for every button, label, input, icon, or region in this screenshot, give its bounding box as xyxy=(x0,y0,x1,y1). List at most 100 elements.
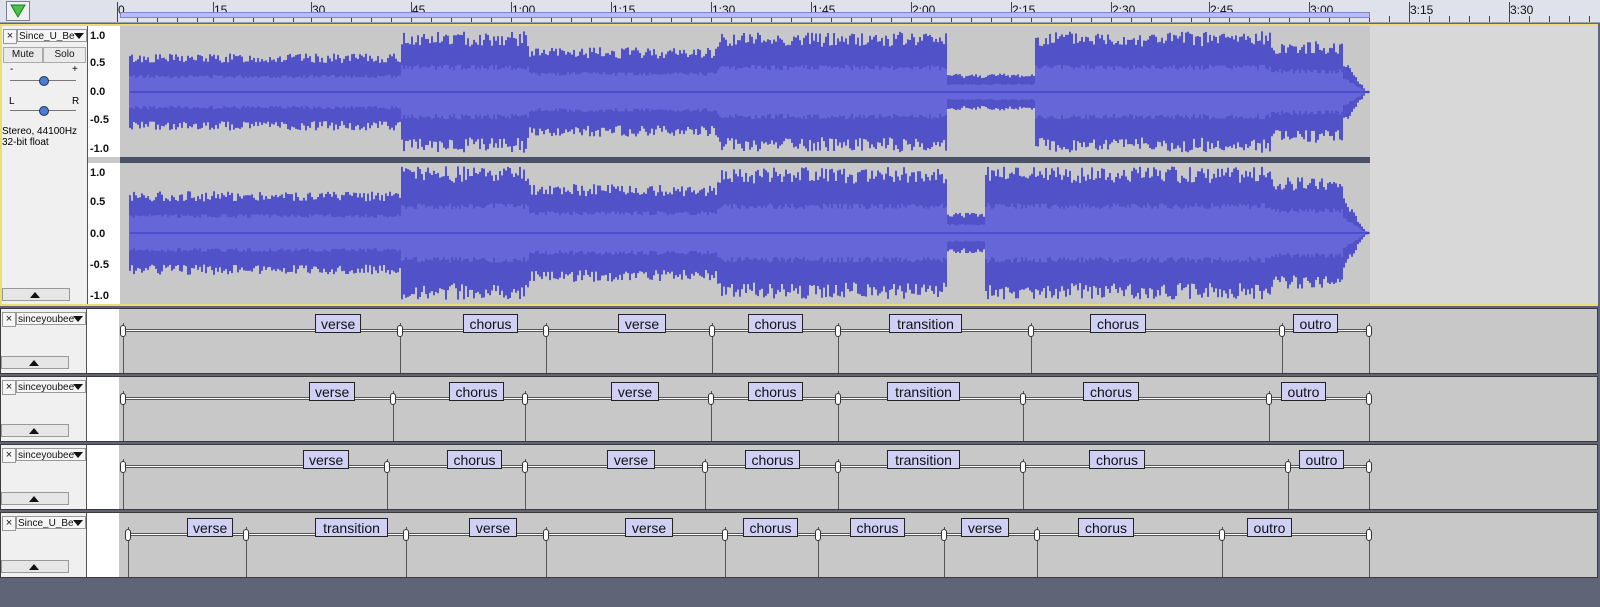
label-handle[interactable] xyxy=(522,393,528,405)
vertical-scale-left[interactable]: 1.0 0.5 0.0 -0.5 -1.0 xyxy=(88,26,120,157)
label-handle[interactable] xyxy=(1366,325,1372,337)
close-icon[interactable]: × xyxy=(2,516,16,531)
close-icon[interactable]: × xyxy=(3,29,17,44)
label-chorus[interactable]: chorus xyxy=(1083,382,1139,401)
label-handle[interactable] xyxy=(120,461,126,473)
label-handle[interactable] xyxy=(1366,461,1372,473)
label-handle[interactable] xyxy=(390,393,396,405)
label-handle[interactable] xyxy=(1020,393,1026,405)
label-handle[interactable] xyxy=(815,529,821,541)
label-handle[interactable] xyxy=(708,393,714,405)
label-transition[interactable]: transition xyxy=(887,450,960,469)
track-name-menu[interactable]: sinceyoubee xyxy=(16,380,86,393)
label-handle[interactable] xyxy=(384,461,390,473)
scale-label: -1.0 xyxy=(90,290,109,302)
label-handle[interactable] xyxy=(835,325,841,337)
label-verse[interactable]: verse xyxy=(469,518,517,537)
label-handle[interactable] xyxy=(702,461,708,473)
label-chorus[interactable]: chorus xyxy=(1089,450,1145,469)
label-chorus[interactable]: chorus xyxy=(447,450,502,469)
label-handle[interactable] xyxy=(1266,393,1272,405)
label-outro[interactable]: outro xyxy=(1247,518,1292,537)
label-handle[interactable] xyxy=(1366,393,1372,405)
label-handle[interactable] xyxy=(397,325,403,337)
label-transition[interactable]: transition xyxy=(887,382,960,401)
collapse-button[interactable] xyxy=(2,288,70,301)
ruler-tick-label: 3:15 xyxy=(1410,3,1434,17)
label-outro[interactable]: outro xyxy=(1281,382,1326,401)
waveform[interactable] xyxy=(120,26,1598,304)
collapse-button[interactable] xyxy=(1,492,69,505)
pan-slider-thumb[interactable] xyxy=(39,106,49,116)
label-handle[interactable] xyxy=(120,393,126,405)
label-verse[interactable]: verse xyxy=(607,450,655,469)
label-verse[interactable]: verse xyxy=(309,382,355,401)
track-name-menu[interactable]: sinceyoubee xyxy=(16,448,86,461)
label-verse[interactable]: verse xyxy=(961,518,1009,537)
label-chorus[interactable]: chorus xyxy=(748,314,803,333)
label-handle[interactable] xyxy=(543,325,549,337)
collapse-button[interactable] xyxy=(1,356,69,369)
label-handle[interactable] xyxy=(722,529,728,541)
play-head-icon[interactable] xyxy=(6,1,30,21)
label-handle[interactable] xyxy=(403,529,409,541)
label-handle[interactable] xyxy=(1020,461,1026,473)
vertical-scale-right[interactable]: 1.0 0.5 0.0 -0.5 -1.0 xyxy=(88,163,120,304)
label-handle[interactable] xyxy=(243,529,249,541)
label-chorus[interactable]: chorus xyxy=(1078,518,1134,537)
label-handle[interactable] xyxy=(1219,529,1225,541)
label-chorus[interactable]: chorus xyxy=(745,450,800,469)
label-track[interactable]: × sinceyoubee verse chorus verse chorus tran… xyxy=(0,376,1598,442)
timeline-ruler[interactable]: 0 15 30 45 1:00 1:15 1:30 1:45 2:00 2:15 2:30 2:45 3… xyxy=(0,0,1600,23)
label-span-line xyxy=(123,329,1369,332)
ruler-selection-bar[interactable] xyxy=(120,12,1370,18)
label-track-controls: × sinceyoubee xyxy=(1,445,87,509)
label-outro[interactable]: outro xyxy=(1299,450,1344,469)
close-icon[interactable]: × xyxy=(2,312,16,327)
label-chorus[interactable]: chorus xyxy=(463,314,518,333)
label-handle[interactable] xyxy=(120,325,126,337)
label-verse[interactable]: verse xyxy=(315,314,361,333)
label-verse[interactable]: verse xyxy=(611,382,659,401)
track-name-menu[interactable]: Since_U_Be xyxy=(17,29,87,42)
label-track[interactable]: × Since_U_Be verse transition verse verse ch… xyxy=(0,512,1598,578)
close-icon[interactable]: × xyxy=(2,380,16,395)
label-track[interactable]: × sinceyoubee verse chorus verse chorus tran… xyxy=(0,444,1598,510)
gain-slider-thumb[interactable] xyxy=(39,76,49,86)
mute-button[interactable]: Mute xyxy=(3,47,43,63)
label-chorus[interactable]: chorus xyxy=(449,382,504,401)
audio-track[interactable]: × Since_U_Be Mute Solo - + L R Stereo, 4… xyxy=(0,24,1598,306)
label-verse[interactable]: verse xyxy=(625,518,673,537)
label-handle[interactable] xyxy=(1034,529,1040,541)
label-handle[interactable] xyxy=(941,529,947,541)
label-handle[interactable] xyxy=(709,325,715,337)
label-track[interactable]: × sinceyoubee verse chorus verse chorus tran… xyxy=(0,308,1598,374)
label-verse[interactable]: verse xyxy=(303,450,349,469)
close-icon[interactable]: × xyxy=(2,448,16,463)
chevron-down-icon xyxy=(73,520,83,526)
label-chorus[interactable]: chorus xyxy=(1090,314,1146,333)
label-chorus[interactable]: chorus xyxy=(743,518,798,537)
label-verse[interactable]: verse xyxy=(187,518,233,537)
label-handle[interactable] xyxy=(1279,325,1285,337)
label-transition[interactable]: transition xyxy=(889,314,962,333)
label-handle[interactable] xyxy=(522,461,528,473)
label-handle[interactable] xyxy=(125,529,131,541)
label-outro[interactable]: outro xyxy=(1293,314,1338,333)
label-handle[interactable] xyxy=(835,393,841,405)
label-handle[interactable] xyxy=(1028,325,1034,337)
label-verse[interactable]: verse xyxy=(618,314,666,333)
label-handle[interactable] xyxy=(1285,461,1291,473)
label-handle[interactable] xyxy=(835,461,841,473)
label-transition[interactable]: transition xyxy=(315,518,388,537)
collapse-button[interactable] xyxy=(1,424,69,437)
label-chorus[interactable]: chorus xyxy=(850,518,905,537)
collapse-button[interactable] xyxy=(1,560,69,573)
label-handle[interactable] xyxy=(1366,529,1372,541)
solo-button[interactable]: Solo xyxy=(43,47,86,63)
track-name: Since_U_Be xyxy=(19,31,75,42)
label-handle[interactable] xyxy=(543,529,549,541)
track-name-menu[interactable]: Since_U_Be xyxy=(16,516,86,529)
label-chorus[interactable]: chorus xyxy=(748,382,803,401)
track-name-menu[interactable]: sinceyoubee xyxy=(16,312,86,325)
